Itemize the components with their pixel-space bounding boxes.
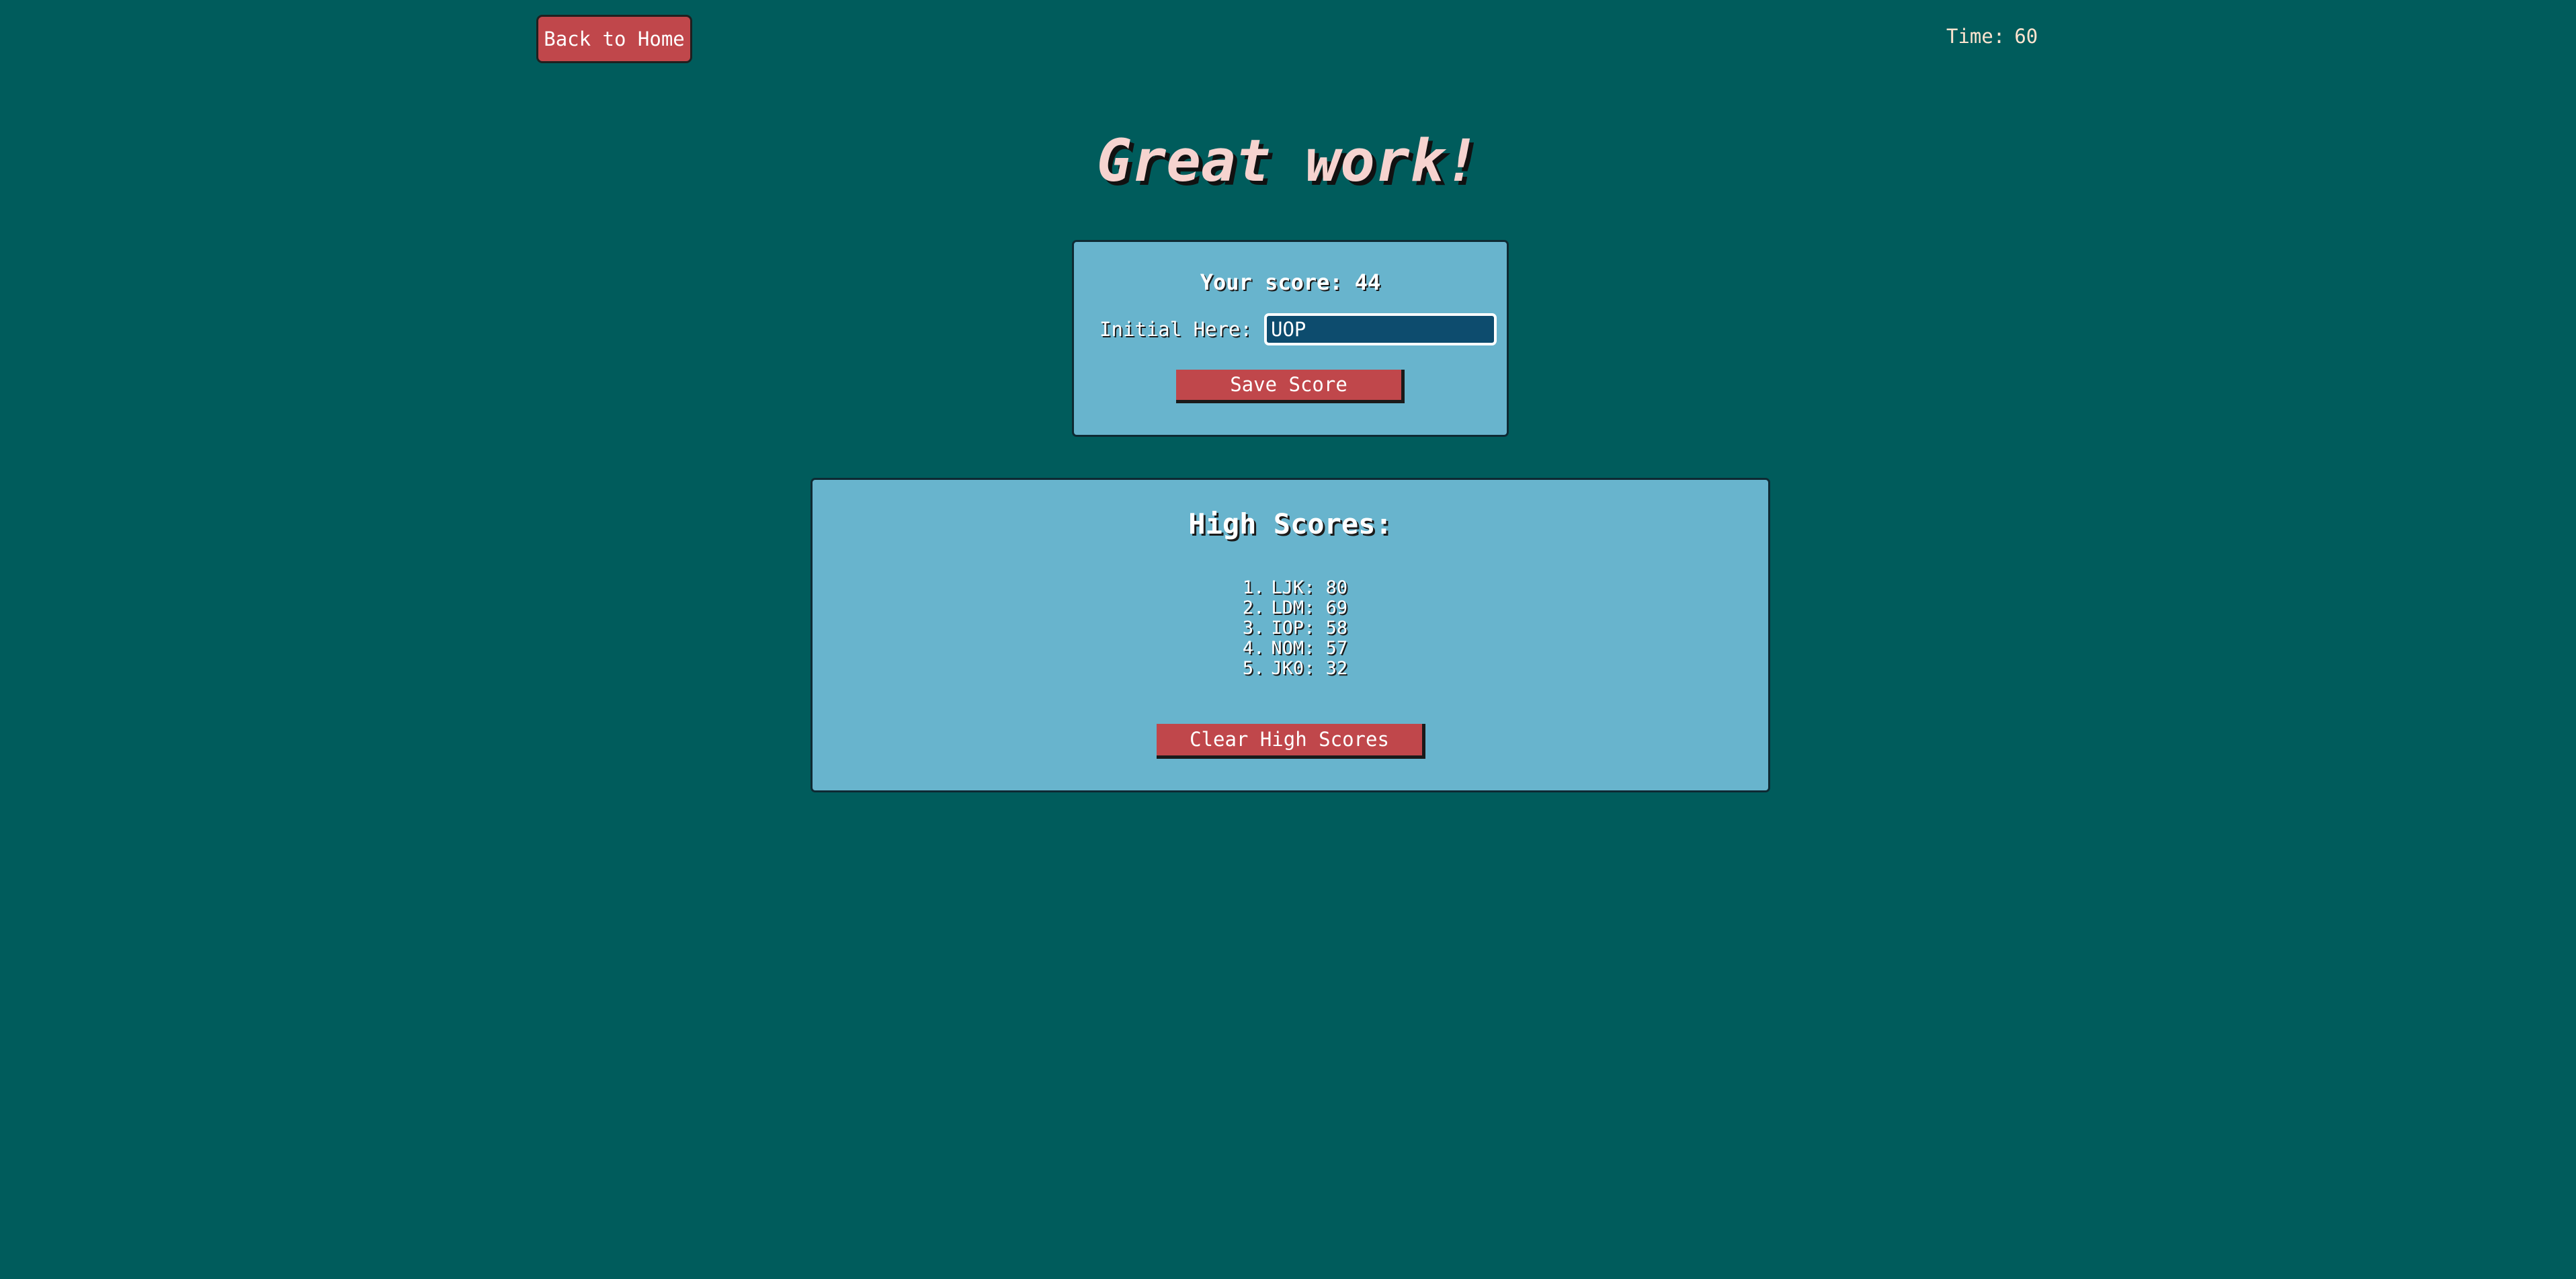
score-display: Your score: 44 [1074,267,1507,297]
initials-label: Initial Here: [1099,318,1252,341]
score-value: 44 [1354,270,1381,295]
timer: Time: 60 [1946,23,2038,50]
save-score-button[interactable]: Save Score [1176,370,1405,403]
timer-label: Time: [1946,25,2005,48]
high-score-rank: 4. [1242,638,1265,659]
high-score-rank: 5. [1242,658,1265,679]
high-score-text: NOM: 57 [1271,638,1348,659]
high-score-text: LJK: 80 [1271,577,1348,598]
high-score-entry: 4. NOM: 57 [822,638,1768,659]
high-scores-list: 1. LJK: 80 2. LDM: 69 3. IOP: 58 4. NOM: 57 … [813,578,1768,679]
timer-value: 60 [2014,25,2038,48]
high-score-text: LDM: 69 [1271,597,1348,618]
score-card: Your score: 44 Initial Here: Save Score [1072,240,1509,437]
high-score-text: IOP: 58 [1271,618,1348,638]
high-scores-card: High Scores: 1. LJK: 80 2. LDM: 69 3. IOP: … [811,478,1770,792]
top-bar: Back to Home Time: 60 [0,0,2576,74]
high-score-rank: 1. [1242,577,1265,598]
score-label: Your score: [1200,270,1343,295]
initials-input[interactable] [1263,313,1497,345]
back-to-home-button[interactable]: Back to Home [536,15,692,63]
initials-row: Initial Here: [1099,312,1497,347]
high-score-text: JK0: 32 [1271,658,1348,679]
high-score-entry: 1. LJK: 80 [822,578,1768,598]
clear-high-scores-button[interactable]: Clear High Scores [1157,724,1425,759]
high-scores-title: High Scores: [1188,507,1393,540]
high-score-rank: 3. [1242,618,1265,638]
result-headline: Great work! [1096,128,1480,195]
high-score-entry: 3. IOP: 58 [822,618,1768,638]
high-score-entry: 5. JK0: 32 [822,659,1768,679]
high-score-rank: 2. [1242,597,1265,618]
high-score-entry: 2. LDM: 69 [822,598,1768,618]
